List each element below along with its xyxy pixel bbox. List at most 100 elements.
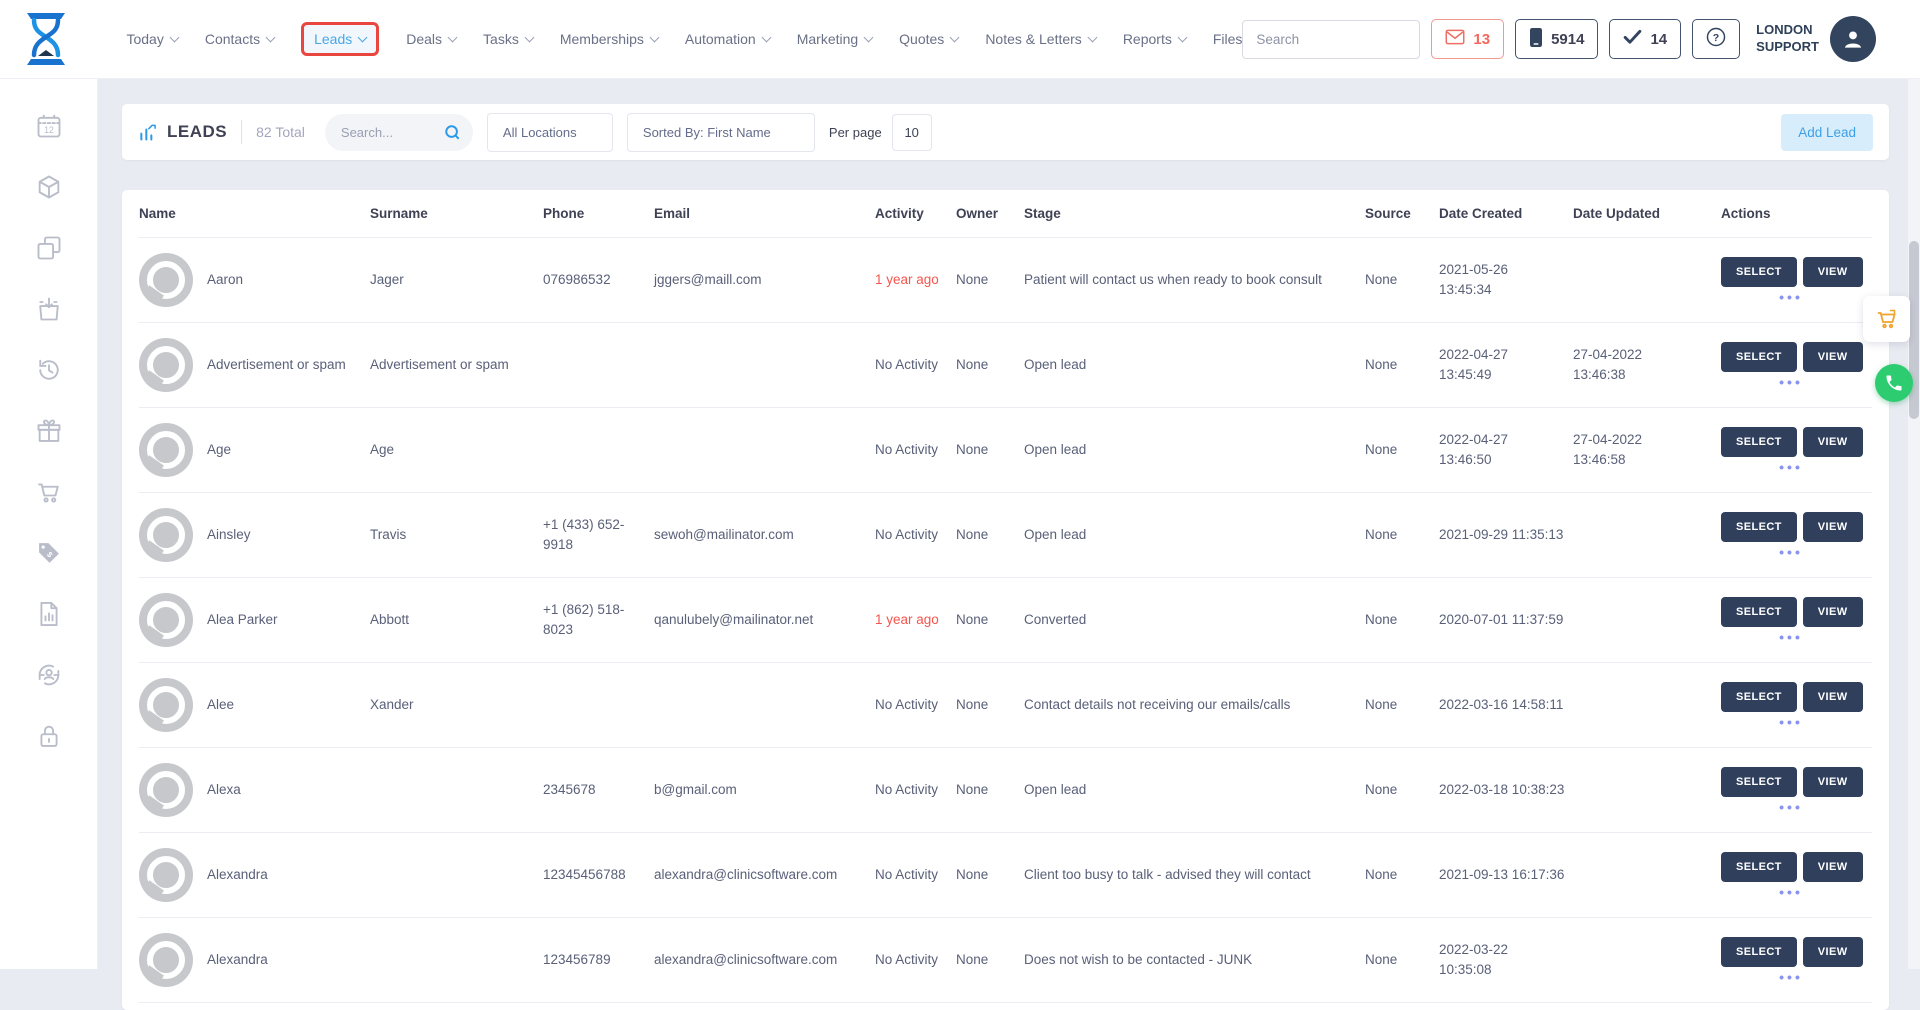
more-actions-button[interactable]: ••• [1721,630,1861,644]
lead-source: None [1365,355,1433,375]
floating-cart-button[interactable] [1863,296,1910,342]
nav-label: Today [126,31,163,47]
view-button[interactable]: VIEW [1803,342,1863,372]
location-filter-select[interactable]: All Locations [487,113,613,152]
account-sync-icon[interactable] [35,661,63,689]
nav-contacts[interactable]: Contacts [205,31,274,47]
nav-today[interactable]: Today [126,31,177,47]
table-row: Alexa 2345678 b@gmail.com No Activity No… [139,748,1872,833]
avatar [139,933,193,987]
help-button[interactable]: ? [1692,19,1740,59]
total-count: 82 Total [256,124,305,140]
lead-owner: None [956,695,1018,715]
more-actions-button[interactable]: ••• [1721,460,1861,474]
nav-tasks[interactable]: Tasks [483,31,533,47]
lead-email: b@gmail.com [654,780,869,800]
per-page-input[interactable]: 10 [892,114,932,151]
view-button[interactable]: VIEW [1803,682,1863,712]
more-actions-button[interactable]: ••• [1721,375,1861,389]
select-button[interactable]: SELECT [1721,427,1797,457]
select-button[interactable]: SELECT [1721,852,1797,882]
lead-owner: None [956,780,1018,800]
chevron-down-icon [1177,33,1187,43]
lead-activity: 1 year ago [875,270,950,290]
more-actions-button[interactable]: ••• [1721,715,1861,729]
lead-email: qanulubely@mailinator.net [654,610,869,630]
sort-filter-select[interactable]: Sorted By: First Name [627,113,815,152]
bag-return-icon[interactable] [35,295,63,323]
more-actions-button[interactable]: ••• [1721,800,1861,814]
clinic-logo[interactable] [0,12,92,66]
col-email: Email [654,206,869,221]
copy-icon[interactable] [35,234,63,262]
table-row: Alee Xander No Activity None Contact det… [139,663,1872,748]
more-actions-button[interactable]: ••• [1721,885,1861,899]
cart-icon[interactable] [35,478,63,506]
package-icon[interactable] [35,173,63,201]
gift-icon[interactable] [35,417,63,445]
calls-badge[interactable]: 5914 [1515,19,1598,59]
nav-label: Tasks [483,31,519,47]
lock-icon[interactable] [35,722,63,750]
more-actions-button[interactable]: ••• [1721,290,1861,304]
nav-automation[interactable]: Automation [685,31,770,47]
nav-reports[interactable]: Reports [1123,31,1186,47]
select-button[interactable]: SELECT [1721,512,1797,542]
nav-files[interactable]: Files [1213,31,1243,47]
table-header: Name Surname Phone Email Activity Owner … [139,190,1872,238]
messages-badge[interactable]: 13 [1431,19,1504,59]
lead-source: None [1365,865,1433,885]
lead-activity: No Activity [875,525,950,545]
select-button[interactable]: SELECT [1721,767,1797,797]
leads-search-input[interactable] [341,125,443,140]
nav-leads[interactable]: Leads [301,22,379,56]
view-button[interactable]: VIEW [1803,257,1863,287]
nav-quotes[interactable]: Quotes [899,31,958,47]
lead-name: Alexa [207,780,241,800]
select-button[interactable]: SELECT [1721,597,1797,627]
select-button[interactable]: SELECT [1721,342,1797,372]
chevron-down-icon [266,33,276,43]
scrollbar-track[interactable] [1908,78,1920,969]
col-activity: Activity [875,206,950,221]
select-button[interactable]: SELECT [1721,257,1797,287]
view-button[interactable]: VIEW [1803,597,1863,627]
price-tag-icon[interactable]: $ [35,539,63,567]
search-icon[interactable] [443,123,461,141]
view-button[interactable]: VIEW [1803,852,1863,882]
chevron-down-icon [358,33,368,43]
view-button[interactable]: VIEW [1803,767,1863,797]
chevron-down-icon [169,33,179,43]
envelope-icon [1445,29,1465,49]
report-icon[interactable] [35,600,63,628]
global-search-input[interactable] [1243,32,1443,47]
floating-phone-button[interactable] [1875,364,1913,402]
history-icon[interactable] [35,356,63,384]
select-button[interactable]: SELECT [1721,937,1797,967]
avatar [139,253,193,307]
more-actions-button[interactable]: ••• [1721,970,1861,984]
lead-activity: No Activity [875,355,950,375]
table-row: Alexandra 12345456788 alexandra@clinicso… [139,833,1872,918]
view-button[interactable]: VIEW [1803,512,1863,542]
view-button[interactable]: VIEW [1803,937,1863,967]
nav-label: Marketing [797,31,858,47]
lead-date-created: 2021-09-29 11:35:13 [1439,525,1567,545]
more-actions-button[interactable]: ••• [1721,545,1861,559]
lead-name: Alee [207,695,234,715]
avatar [139,338,193,392]
user-avatar[interactable] [1830,16,1876,62]
lead-name: Alea Parker [207,610,278,630]
nav-marketing[interactable]: Marketing [797,31,872,47]
nav-memberships[interactable]: Memberships [560,31,658,47]
add-lead-button[interactable]: Add Lead [1781,114,1873,151]
calendar-icon[interactable]: 12 [35,112,63,140]
lead-owner: None [956,950,1018,970]
leads-table: Name Surname Phone Email Activity Owner … [122,190,1889,1010]
nav-notes-letters[interactable]: Notes & Letters [985,31,1096,47]
select-button[interactable]: SELECT [1721,682,1797,712]
tasks-badge[interactable]: 14 [1609,19,1681,59]
nav-deals[interactable]: Deals [406,31,456,47]
view-button[interactable]: VIEW [1803,427,1863,457]
svg-text:12: 12 [44,125,54,135]
